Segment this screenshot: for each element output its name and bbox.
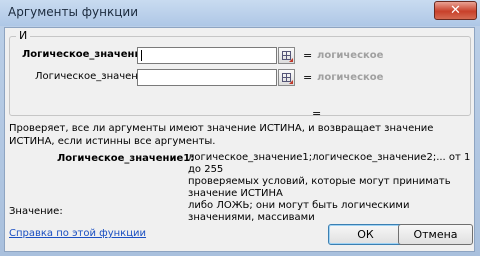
- dialog-title: Аргументы функции: [8, 5, 139, 19]
- arg-help-line2: проверяемых условий, которые могут прини…: [188, 176, 451, 199]
- dialog-body: И Логическое_значение1 = логическое Логи…: [4, 27, 475, 252]
- function-group: И Логическое_значение1 = логическое Логи…: [9, 29, 471, 116]
- arg-help-line3: либо ЛОЖЬ; они могут быть логическими зн…: [188, 200, 410, 223]
- arg1-result: логическое: [317, 50, 384, 61]
- function-arguments-dialog: Аргументы функции ✕ И Логическое_значени…: [0, 0, 480, 256]
- formula-result-equals: =: [312, 107, 322, 120]
- arg2-equals: =: [303, 71, 313, 84]
- arg2-input[interactable]: [137, 69, 277, 86]
- help-link[interactable]: Справка по этой функции: [9, 228, 146, 239]
- arrow-icon: [289, 80, 293, 84]
- ok-button[interactable]: ОК: [328, 224, 403, 245]
- arrow-icon: [289, 58, 293, 62]
- arg1-label: Логическое_значение1: [22, 49, 156, 60]
- arg-help-name: Логическое_значение1:: [57, 153, 195, 164]
- value-label: Значение:: [9, 206, 63, 217]
- text-caret: [141, 50, 142, 61]
- cancel-button[interactable]: Отмена: [398, 224, 473, 245]
- arg1-collapse-button[interactable]: [278, 47, 295, 64]
- arg-help-text: логическое_значение1;логическое_значение…: [188, 152, 473, 224]
- arg2-result: логическое: [317, 72, 384, 83]
- arg-help-line1: логическое_значение1;логическое_значение…: [188, 152, 471, 175]
- title-bar[interactable]: Аргументы функции ✕: [0, 0, 480, 26]
- function-description: Проверяет, все ли аргументы имеют значен…: [9, 123, 434, 147]
- arg2-collapse-button[interactable]: [278, 69, 295, 86]
- arg1-equals: =: [303, 49, 313, 62]
- close-button[interactable]: ✕: [434, 1, 477, 20]
- function-name: И: [16, 29, 31, 42]
- arg1-input[interactable]: [137, 47, 277, 64]
